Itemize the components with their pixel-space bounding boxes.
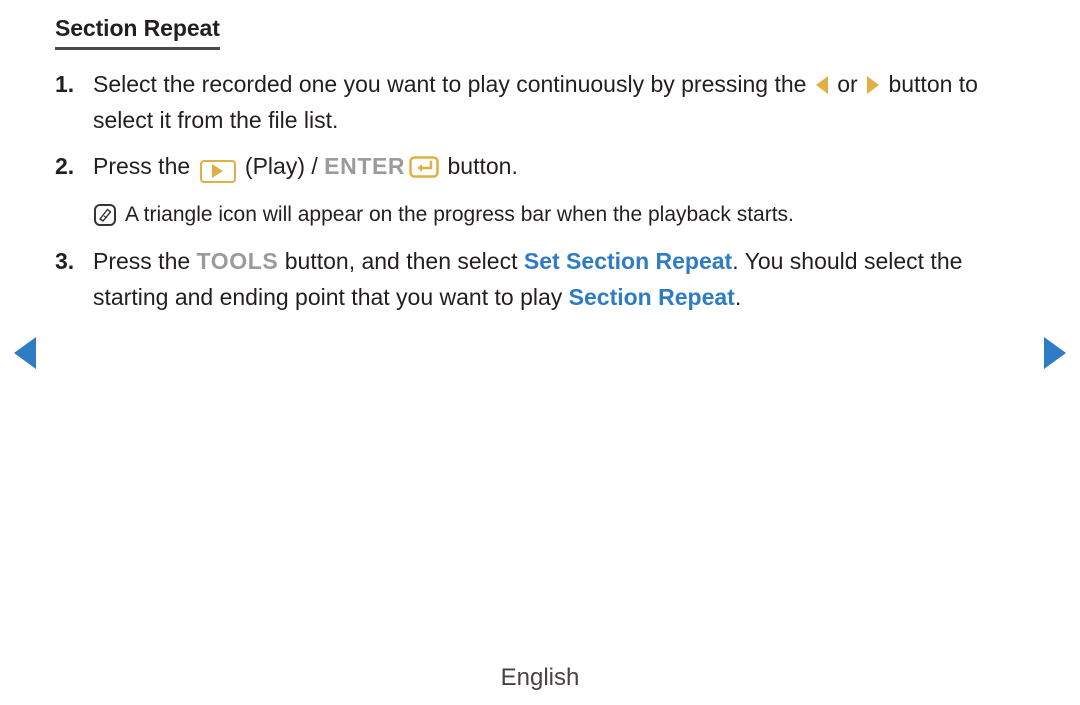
step-number: 2.	[55, 153, 75, 179]
note-icon	[93, 203, 117, 227]
note-text: A triangle icon will appear on the progr…	[125, 203, 794, 226]
step-2-text-part-1: Press the	[93, 153, 197, 179]
step-2-text-part-2: (Play) /	[238, 153, 325, 179]
step-number: 1.	[55, 71, 75, 97]
left-arrow-icon	[815, 76, 828, 94]
right-arrow-icon	[867, 76, 880, 94]
note-callout: A triangle icon will appear on the progr…	[93, 199, 1040, 231]
step-number: 3.	[55, 248, 75, 274]
step-item-3: 3. Press the TOOLS button, and then sele…	[55, 243, 1040, 315]
next-page-arrow-icon[interactable]	[1044, 337, 1066, 369]
footer-language-label: English	[500, 664, 580, 691]
step-1-text-part-2: or	[830, 71, 865, 97]
page-title: Section Repeat	[55, 15, 220, 51]
step-2-text-part-3: button.	[441, 153, 518, 179]
play-button-icon	[199, 159, 236, 183]
manual-page: Section Repeat 1. Select the recorded on…	[0, 0, 1080, 705]
instruction-steps: 1. Select the recorded one you want to p…	[55, 66, 1040, 325]
tools-key-label: TOOLS	[196, 248, 279, 274]
step-item-2: 2. Press the (Play) / ENTER button.	[55, 148, 1040, 189]
enter-key-icon	[409, 153, 439, 189]
play-triangle-icon	[212, 164, 224, 178]
step-text: Press the (Play) / ENTER button.	[93, 148, 1040, 189]
step-text: Select the recorded one you want to play…	[93, 66, 1040, 138]
step-3-text-part-1: Press the	[93, 248, 197, 274]
step-3-text-part-2: button, and then select	[278, 248, 524, 274]
step-text: Press the TOOLS button, and then select …	[93, 243, 1040, 315]
menu-item-set-section-repeat: Set Section Repeat	[523, 248, 733, 274]
step-item-1: 1. Select the recorded one you want to p…	[55, 66, 1040, 138]
previous-page-arrow-icon[interactable]	[14, 337, 36, 369]
menu-item-section-repeat: Section Repeat	[568, 284, 735, 310]
step-1-text-part-1: Select the recorded one you want to play…	[93, 71, 813, 97]
step-3-text-part-4: .	[734, 284, 742, 310]
enter-key-label: ENTER	[324, 153, 406, 179]
